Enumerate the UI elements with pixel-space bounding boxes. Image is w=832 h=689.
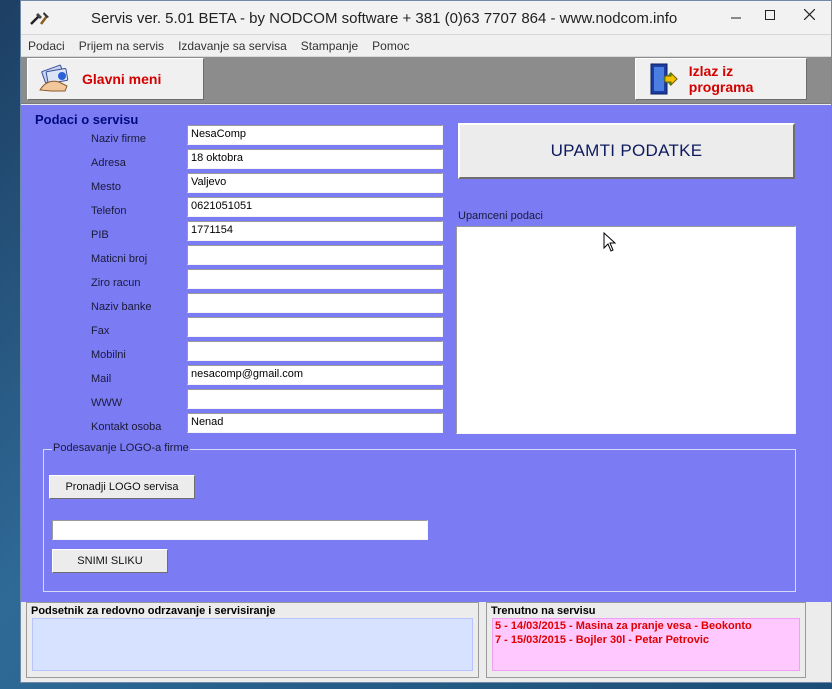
- menu-stampanje[interactable]: Stampanje: [294, 39, 365, 53]
- mouse-cursor-icon: [603, 231, 617, 252]
- main-menu-button[interactable]: Glavni meni: [27, 58, 204, 100]
- logo-group-legend: Podesavanje LOGO-a firme: [52, 442, 190, 454]
- find-logo-button[interactable]: Pronadji LOGO servisa: [49, 475, 195, 499]
- label-adresa: Adresa: [91, 157, 126, 169]
- label-mobilni: Mobilni: [91, 349, 126, 361]
- logo-settings-group: Podesavanje LOGO-a firme Pronadji LOGO s…: [43, 442, 796, 592]
- label-pib: PIB: [91, 229, 109, 241]
- money-hand-icon: [36, 63, 74, 95]
- minimize-button[interactable]: [719, 1, 753, 31]
- label-mesto: Mesto: [91, 181, 121, 193]
- section-title: Podaci o servisu: [35, 112, 139, 127]
- menu-podaci[interactable]: Podaci: [21, 39, 72, 53]
- app-tools-icon: [29, 8, 55, 28]
- label-telefon: Telefon: [91, 205, 127, 217]
- label-kontakt-osoba: Kontakt osoba: [91, 421, 162, 433]
- input-mail[interactable]: nesacomp@gmail.com: [187, 365, 443, 385]
- window-title: Servis ver. 5.01 BETA - by NODCOM softwa…: [91, 10, 678, 27]
- title-bar[interactable]: Servis ver. 5.01 BETA - by NODCOM softwa…: [21, 1, 831, 35]
- maximize-icon: [765, 9, 775, 23]
- label-mail: Mail: [91, 373, 112, 385]
- input-kontakt-osoba[interactable]: Nenad: [187, 413, 443, 433]
- menu-pomoc[interactable]: Pomoc: [365, 39, 416, 53]
- save-image-button[interactable]: SNIMI SLIKU: [52, 549, 168, 573]
- current-service-item[interactable]: 5 - 14/03/2015 - Masina za pranje vesa -…: [493, 619, 799, 633]
- exit-door-icon: [644, 63, 681, 95]
- input-naziv-banke[interactable]: [187, 293, 443, 313]
- input-mesto[interactable]: Valjevo: [187, 173, 443, 193]
- logo-path-input[interactable]: [52, 520, 428, 540]
- menu-prijem-na-servis[interactable]: Prijem na servis: [72, 39, 171, 53]
- app-window: Servis ver. 5.01 BETA - by NODCOM softwa…: [20, 0, 832, 683]
- input-ziro-racun[interactable]: [187, 269, 443, 289]
- save-data-button[interactable]: UPAMTI PODATKE: [458, 123, 795, 179]
- menu-bar: Podaci Prijem na servis Izdavanje sa ser…: [21, 35, 831, 57]
- service-form-panel: Podaci o servisu Naziv firme NesaComp Ad…: [21, 105, 831, 602]
- input-pib[interactable]: 1771154: [187, 221, 443, 241]
- reminder-panel: Podsetnik za redovno odrzavanje i servis…: [26, 602, 479, 678]
- bottom-panels: Podsetnik za redovno odrzavanje i servis…: [21, 602, 831, 682]
- reminder-list[interactable]: [32, 618, 473, 671]
- exit-program-button[interactable]: Izlaz iz programa: [635, 58, 807, 100]
- main-menu-label: Glavni meni: [82, 71, 162, 87]
- exit-program-label: Izlaz iz programa: [688, 63, 754, 95]
- input-adresa[interactable]: 18 oktobra: [187, 149, 443, 169]
- label-www: WWW: [91, 397, 123, 409]
- current-service-panel: Trenutno na servisu 5 - 14/03/2015 - Mas…: [486, 602, 806, 678]
- close-button[interactable]: [787, 1, 831, 31]
- maximize-button[interactable]: [753, 1, 787, 31]
- saved-data-label: Upamceni podaci: [458, 210, 543, 222]
- window-controls: [719, 1, 831, 31]
- label-maticni-broj: Maticni broj: [91, 253, 148, 265]
- label-naziv-banke: Naziv banke: [91, 301, 152, 313]
- minimize-icon: [731, 9, 741, 23]
- label-ziro-racun: Ziro racun: [91, 277, 141, 289]
- current-service-item[interactable]: 7 - 15/03/2015 - Bojler 30l - Petar Petr…: [493, 633, 799, 647]
- input-maticni-broj[interactable]: [187, 245, 443, 265]
- toolbar: Glavni meni Izlaz iz programa: [21, 57, 831, 104]
- input-telefon[interactable]: 0621051051: [187, 197, 443, 217]
- label-naziv-firme: Naziv firme: [91, 133, 147, 145]
- input-naziv-firme[interactable]: NesaComp: [187, 125, 443, 145]
- saved-data-box[interactable]: [456, 226, 796, 434]
- label-fax: Fax: [91, 325, 110, 337]
- current-service-title: Trenutno na servisu: [491, 605, 596, 617]
- current-service-list[interactable]: 5 - 14/03/2015 - Masina za pranje vesa -…: [492, 618, 800, 671]
- reminder-title: Podsetnik za redovno odrzavanje i servis…: [31, 605, 276, 617]
- menu-izdavanje-sa-servisa[interactable]: Izdavanje sa servisa: [171, 39, 294, 53]
- input-mobilni[interactable]: [187, 341, 443, 361]
- input-www[interactable]: [187, 389, 443, 409]
- input-fax[interactable]: [187, 317, 443, 337]
- close-icon: [803, 8, 815, 23]
